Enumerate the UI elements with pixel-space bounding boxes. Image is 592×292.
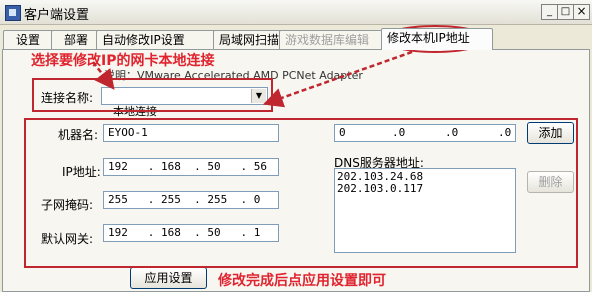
close-button[interactable]: × [573,4,590,20]
connection-highlight-box [32,78,273,112]
tab-game-db[interactable]: 游戏数据库编辑 [279,30,391,49]
annotation-apply-hint: 修改完成后点应用设置即可 [218,273,386,289]
minimize-button[interactable]: _ [541,4,558,20]
app-icon [5,5,21,21]
settings-highlight-box [24,118,578,268]
tab-auto-ip[interactable]: 自动修改IP设置 [96,30,220,49]
tab-deploy[interactable]: 部署 [51,30,101,49]
tab-settings[interactable]: 设置 [3,30,53,49]
tab-modify-ip[interactable]: 修改本机IP地址 [381,28,493,50]
window-title: 客户端设置 [24,8,90,23]
apply-settings-button[interactable]: 应用设置 [130,267,207,289]
maximize-button[interactable]: □ [557,4,574,20]
tab-strip: 设置 部署 自动修改IP设置 局域网扫描 游戏数据库编辑 修改本机IP地址 [0,28,592,50]
title-bar: 客户端设置 _ □ × [0,0,592,25]
